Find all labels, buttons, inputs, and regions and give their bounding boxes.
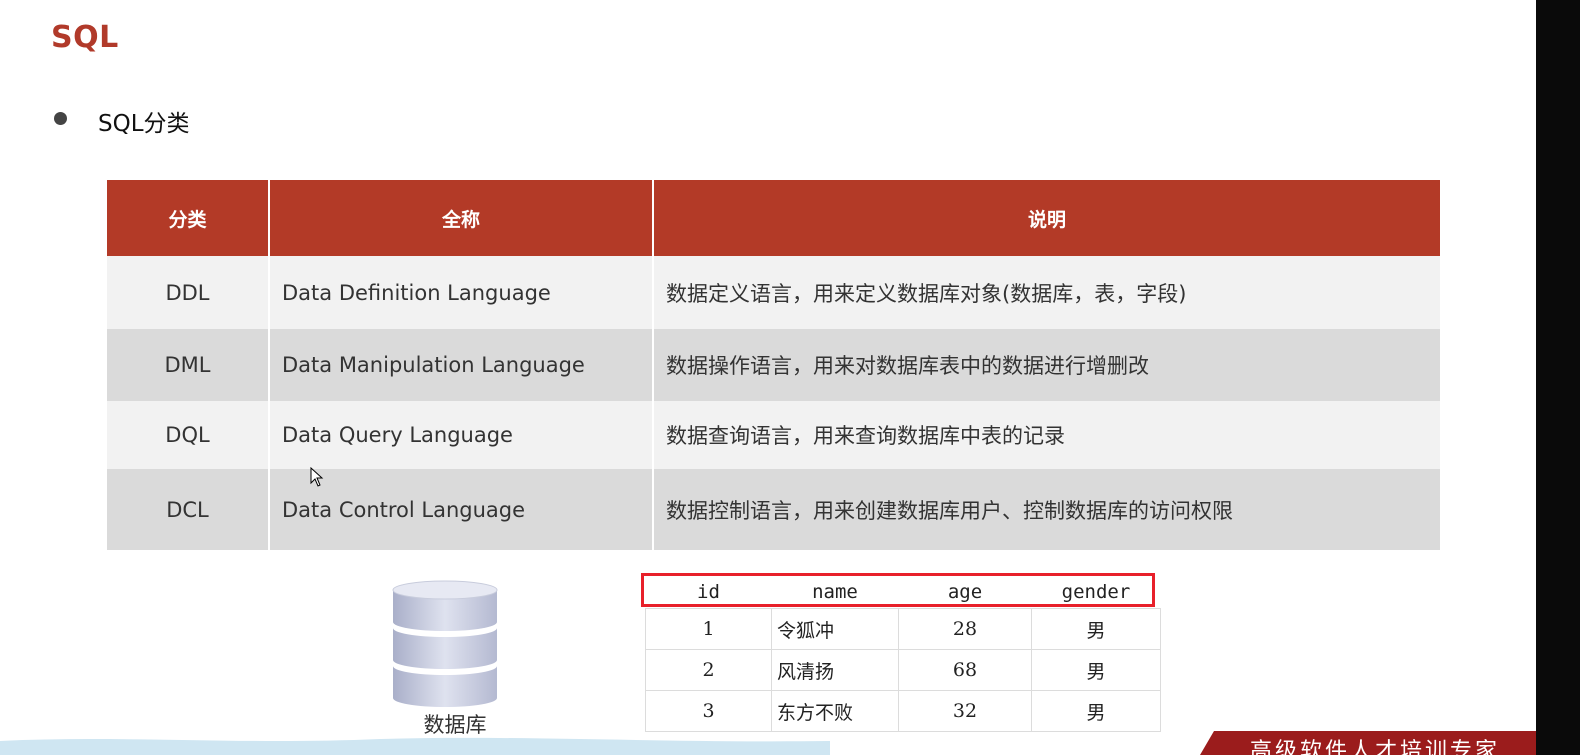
decorative-wave bbox=[0, 737, 830, 755]
sample-age: 32 bbox=[898, 690, 1032, 732]
sample-id: 3 bbox=[645, 690, 772, 732]
right-edge-strip bbox=[1536, 0, 1580, 755]
sample-header-gender: gender bbox=[1061, 581, 1131, 603]
category-full-name: Data Query Language bbox=[269, 401, 654, 469]
category-full-name: Data Manipulation Language bbox=[269, 329, 654, 401]
sample-name: 令狐冲 bbox=[771, 608, 899, 650]
sample-header-name: name bbox=[812, 581, 858, 603]
page-title: SQL bbox=[51, 20, 119, 55]
category-code: DCL bbox=[107, 469, 270, 550]
table-row: DQL Data Query Language 数据查询语言，用来查询数据库中表… bbox=[107, 401, 1440, 469]
sample-name: 风清扬 bbox=[771, 649, 899, 691]
sample-gender: 男 bbox=[1031, 649, 1161, 691]
table-row: DML Data Manipulation Language 数据操作语言，用来… bbox=[107, 329, 1440, 401]
header-full-name: 全称 bbox=[269, 180, 654, 256]
table-row: 2 风清扬 68 男 bbox=[645, 649, 1161, 691]
sql-category-table: 分类 全称 说明 DDL Data Definition Language 数据… bbox=[107, 180, 1440, 550]
sample-gender: 男 bbox=[1031, 690, 1161, 732]
footer-banner: 高级软件人才培训专家 bbox=[1200, 731, 1536, 755]
bullet-dot bbox=[54, 112, 67, 125]
category-full-name: Data Control Language bbox=[269, 469, 654, 550]
category-description: 数据查询语言，用来查询数据库中表的记录 bbox=[653, 401, 1440, 469]
category-description: 数据控制语言，用来创建数据库用户、控制数据库的访问权限 bbox=[653, 469, 1440, 550]
sample-data-table: id name age gender 1 令狐冲 28 男 2 风清扬 68 男… bbox=[645, 576, 1161, 732]
table-row: 1 令狐冲 28 男 bbox=[645, 608, 1161, 650]
category-description: 数据定义语言，用来定义数据库对象(数据库，表，字段) bbox=[653, 256, 1440, 329]
table-row: 3 东方不败 32 男 bbox=[645, 690, 1161, 732]
sample-id: 1 bbox=[645, 608, 772, 650]
category-description: 数据操作语言，用来对数据库表中的数据进行增删改 bbox=[653, 329, 1440, 401]
header-description: 说明 bbox=[653, 180, 1440, 256]
sample-age: 28 bbox=[898, 608, 1032, 650]
category-code: DDL bbox=[107, 256, 270, 329]
sample-gender: 男 bbox=[1031, 608, 1161, 650]
footer-banner-text: 高级软件人才培训专家 bbox=[1250, 739, 1501, 755]
category-full-name: Data Definition Language bbox=[269, 256, 654, 329]
sample-header-age: age bbox=[947, 581, 983, 603]
sample-header-row: id name age gender bbox=[646, 576, 1161, 609]
mouse-cursor-icon bbox=[310, 467, 324, 487]
sample-header-id: id bbox=[697, 581, 720, 603]
category-code: DML bbox=[107, 329, 270, 401]
table-row: DDL Data Definition Language 数据定义语言，用来定义… bbox=[107, 256, 1440, 329]
sample-name: 东方不败 bbox=[771, 690, 899, 732]
category-code: DQL bbox=[107, 401, 270, 469]
section-heading: SQL分类 bbox=[98, 111, 190, 137]
database-icon bbox=[392, 580, 498, 707]
sample-age: 68 bbox=[898, 649, 1032, 691]
table-row: DCL Data Control Language 数据控制语言，用来创建数据库… bbox=[107, 469, 1440, 550]
header-category: 分类 bbox=[107, 180, 270, 256]
table-header-row: 分类 全称 说明 bbox=[107, 180, 1440, 256]
sample-id: 2 bbox=[645, 649, 772, 691]
